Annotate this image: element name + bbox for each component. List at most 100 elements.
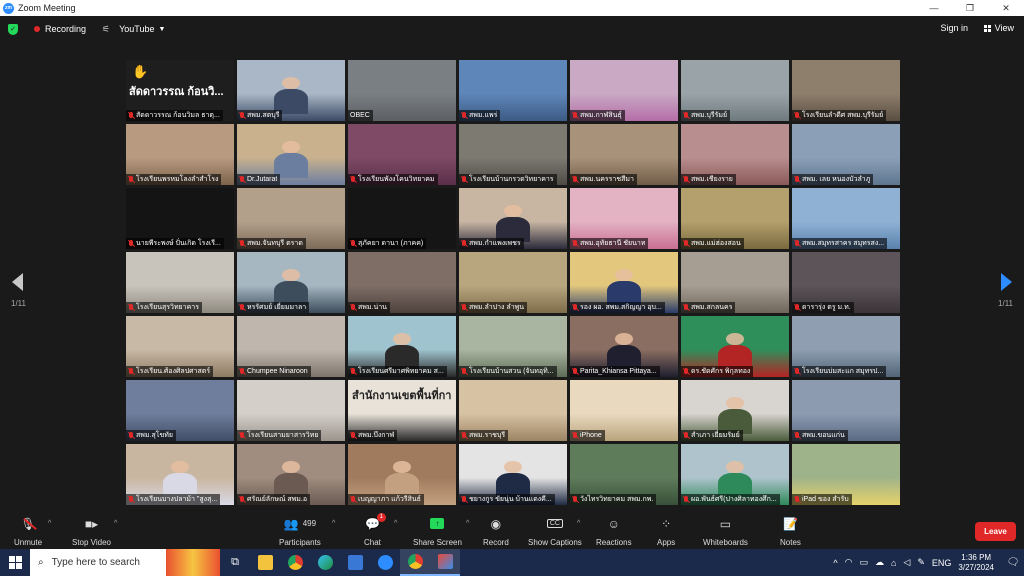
participant-video-tile[interactable]: โรงเรียนบ่มสะแก สมุทรป... (792, 316, 900, 377)
participant-video-tile[interactable]: สพม.สกลนคร (681, 252, 789, 313)
participant-video-tile[interactable]: สพม.น่าน (348, 252, 456, 313)
participant-video-tile[interactable]: สพม.สมุทรสาคร สมุทรสง... (792, 188, 900, 249)
taskbar-news-image[interactable] (166, 549, 220, 576)
participant-video-tile[interactable]: สพม.แม่ฮ่องสอน (681, 188, 789, 249)
participant-video-tile[interactable]: สพม.กำแพงเพชร (459, 188, 567, 249)
participant-video-tile[interactable]: โรงเรียนพังงโคนวิทยาคม (348, 124, 456, 185)
participant-video-tile[interactable]: วังไทรวิทยาคม สพม.กพ. (570, 444, 678, 505)
cloud-icon[interactable]: ☁ (875, 557, 884, 568)
participant-video-tile[interactable]: iPad ของ สำรับ (792, 444, 900, 505)
paint-app-icon[interactable] (430, 549, 460, 576)
participant-video-tile[interactable]: สพม.นครราชสีมา (570, 124, 678, 185)
participant-video-tile[interactable]: โรงเรียนสามยาสารวิทย (237, 380, 345, 441)
participant-video-tile[interactable]: สพม.ลำปาง ลำพูน (459, 252, 567, 313)
start-button[interactable] (0, 549, 30, 576)
minimize-button[interactable]: — (916, 0, 952, 16)
chevron-up-icon[interactable]: ^ (833, 558, 837, 568)
participant-video-tile[interactable]: รอง ผอ. สพม.สกิญญา อุบ... (570, 252, 678, 313)
chevron-down-icon[interactable]: ▼ (158, 26, 165, 33)
show-captions-button[interactable]: CC Show Captions (528, 515, 582, 547)
participant-video-tile[interactable]: สพม.สตบุรี (237, 60, 345, 121)
previous-page-arrow-icon[interactable] (12, 273, 23, 291)
participant-video-tile[interactable]: โรงเรียนศรีมาศพิทยาคม ส... (348, 316, 456, 377)
audio-options-chevron-icon[interactable]: ^ (48, 520, 51, 527)
participant-video-tile[interactable]: โรงเรียนลำดีศ สพม.บุรีรัมย์ (792, 60, 900, 121)
pen-icon[interactable]: ✎ (917, 557, 925, 568)
participant-video-tile[interactable]: โรงเรียนบางปลาม้า "สูงสุ... (126, 444, 234, 505)
next-page-arrow-icon[interactable] (1001, 273, 1012, 291)
sign-in-link[interactable]: Sign in (940, 23, 968, 33)
participant-video-tile[interactable]: สำนักงานเขตพื้นที่กา สพม.บึงกาฬ (348, 380, 456, 441)
participant-video-tile[interactable]: สพม. เลย หนองบัวลำภู (792, 124, 900, 185)
taskbar-clock[interactable]: 1:36 PM 3/27/2024 (958, 553, 994, 573)
participant-video-tile[interactable]: หรรัศมย์ เยี่ยมมาลา (237, 252, 345, 313)
participant-video-tile[interactable]: Dr.Jutarat (237, 124, 345, 185)
participant-video-tile[interactable]: สพม.ราชบุรี (459, 380, 567, 441)
zoom-taskbar-icon[interactable] (370, 549, 400, 576)
share-screen-button[interactable]: ↑ Share Screen (413, 515, 462, 547)
participant-video-tile[interactable]: สพม.แพร่ (459, 60, 567, 121)
participant-video-tile[interactable]: Parita_Khiansa Pittaya... (570, 316, 678, 377)
participant-video-tile[interactable]: Chumpee Ninaroon (237, 316, 345, 377)
taskbar-search-box[interactable]: ⌕ Type here to search (30, 549, 166, 576)
participant-video-tile[interactable]: โรงเรียนพรหมโลงลำสำโรง (126, 124, 234, 185)
view-button[interactable]: View (983, 23, 1014, 33)
maximize-button[interactable]: ❐ (952, 0, 988, 16)
recording-label[interactable]: Recording (45, 24, 86, 34)
participant-video-tile[interactable]: สพม.เชียงราย (681, 124, 789, 185)
participant-video-tile[interactable]: โรงเรียนบ้านสวน (จันทอุทิ... (459, 316, 567, 377)
file-explorer-icon[interactable] (250, 549, 280, 576)
participant-video-tile[interactable]: iPhone (570, 380, 678, 441)
participant-video-tile[interactable]: ผอ.พันธ์ศรี(ปางศิลาทองศึก... (681, 444, 789, 505)
participant-video-tile[interactable]: ✋ สัดดาวรรณ ก้อนวิ... สัดดาวรรณ ก้อนวิมล ธ… (126, 60, 234, 121)
video-options-chevron-icon[interactable]: ^ (114, 520, 117, 527)
chat-button[interactable]: 💬 1 Chat (364, 513, 386, 547)
language-indicator[interactable]: ENG (932, 558, 952, 568)
participant-video-tile[interactable]: โรงเรียนสุรวิทยาคาร (126, 252, 234, 313)
participant-video-tile[interactable]: สุภัคยา ดานา (ภาคค) (348, 188, 456, 249)
chat-options-chevron-icon[interactable]: ^ (394, 520, 397, 527)
participant-video-tile[interactable]: เบญญาภา แก้วรีสินธ์ (348, 444, 456, 505)
store-app-icon[interactable] (340, 549, 370, 576)
network-icon[interactable]: ⌂ (891, 558, 896, 568)
task-view-icon[interactable]: ⧉ (220, 549, 250, 576)
whiteboards-button[interactable]: ▭ Whiteboards (703, 515, 748, 548)
participant-video-tile[interactable]: ดารารุ่ง ตรู ม.ท. (792, 252, 900, 313)
security-shield-icon[interactable]: ✓ (8, 23, 18, 35)
participant-video-tile[interactable]: สำเภา เยี่ยมรัมย์ (681, 380, 789, 441)
apps-button[interactable]: ⁘ Apps (657, 515, 675, 548)
participant-video-tile[interactable]: สพม.ขอนแก่น (792, 380, 900, 441)
share-options-chevron-icon[interactable]: ^ (466, 520, 469, 527)
edge-icon[interactable] (310, 549, 340, 576)
chrome-active-icon[interactable] (400, 549, 430, 576)
reactions-button[interactable]: ☺ Reactions (596, 515, 632, 548)
notes-button[interactable]: 📝 Notes (780, 515, 801, 548)
participant-video-tile[interactable]: โรงเรียนบ้านกรวดวิทยาคาร (459, 124, 567, 185)
speaker-icon[interactable]: ◁ (903, 557, 910, 568)
chrome-icon[interactable] (280, 549, 310, 576)
participant-name: สพม.บึงกาฬ (358, 432, 395, 439)
participant-video-tile[interactable]: ศรัณย์ลักษณ์ สพม.อ (237, 444, 345, 505)
stop-video-button[interactable]: ■▸ Stop Video (72, 515, 111, 548)
youtube-stream-label[interactable]: YouTube (119, 24, 154, 34)
participant-video-tile[interactable]: สพม.กาฬสินธุ์ (570, 60, 678, 121)
participant-video-tile[interactable]: สพม.สุโขทัย (126, 380, 234, 441)
record-button[interactable]: ◉ Record (483, 515, 509, 548)
participant-video-tile[interactable]: ชยางกูร ขัยนุ่น บ้านแดงคี... (459, 444, 567, 505)
participant-video-tile[interactable]: ดร.ชัดศักร พิกุลทอง (681, 316, 789, 377)
participant-video-tile[interactable]: สพม.บุรีรัมย์ (681, 60, 789, 121)
participant-video-tile[interactable]: นายพีระพงษ์ ปั่นเกิด โรงเรี... (126, 188, 234, 249)
wifi-icon[interactable]: ◠ (845, 557, 853, 568)
participants-options-chevron-icon[interactable]: ^ (332, 520, 335, 527)
participant-video-tile[interactable]: สพม.จันทบุรี ตราด (237, 188, 345, 249)
notification-center-icon[interactable]: 🗨 (1002, 549, 1024, 576)
close-button[interactable]: ✕ (988, 0, 1024, 16)
battery-icon[interactable]: ▭ (859, 557, 868, 568)
participant-video-tile[interactable]: OBEC (348, 60, 456, 121)
participants-button[interactable]: 👥 499 Participants (279, 515, 321, 548)
captions-options-chevron-icon[interactable]: ^ (577, 520, 580, 527)
participant-video-tile[interactable]: สพม.อุทัยธานี ชัยนาท (570, 188, 678, 249)
leave-button[interactable]: Leave (975, 522, 1016, 541)
unmute-button[interactable]: 🎙 Unmute (14, 515, 42, 548)
participant-video-tile[interactable]: โรงเรียน.ศ้องศิลปศาสตร์ (126, 316, 234, 377)
